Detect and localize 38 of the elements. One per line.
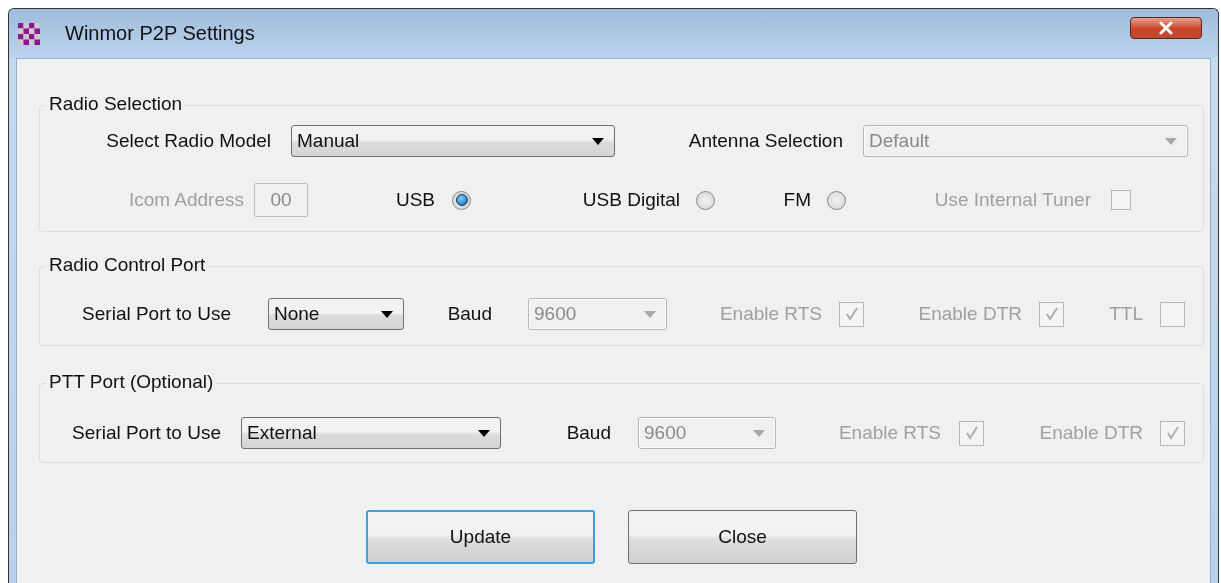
field-label: Serial Port to Use — [82, 303, 231, 325]
dropdown[interactable]: External — [241, 417, 501, 449]
radio-button[interactable] — [696, 190, 715, 210]
checkmark-icon — [844, 307, 859, 321]
field-label: Use Internal Tuner — [934, 189, 1091, 211]
field-label: Antenna Selection — [688, 130, 843, 152]
field-label: Icom Address — [128, 189, 244, 211]
caret-icon — [644, 310, 656, 318]
field-label: Enable RTS — [719, 303, 822, 325]
checkmark-icon — [964, 426, 979, 440]
field-label: USB — [395, 189, 435, 211]
field-label: Serial Port to Use — [72, 422, 221, 444]
caret-icon — [381, 310, 393, 318]
field-label: FM — [783, 189, 811, 211]
field-label: Select Radio Model — [106, 130, 271, 152]
caret-icon — [478, 429, 490, 437]
caret-icon — [592, 137, 604, 145]
field-label: Enable DTR — [1039, 422, 1143, 444]
field-label: Baud — [566, 422, 611, 444]
radio-button[interactable] — [452, 190, 471, 210]
close-button[interactable] — [1130, 16, 1202, 39]
field-label: Enable DTR — [918, 303, 1022, 325]
checkmark-icon — [1165, 426, 1180, 440]
window-title: Winmor P2P Settings — [65, 22, 256, 45]
field-label: USB Digital — [582, 189, 680, 211]
dialog-button[interactable]: Update — [366, 510, 595, 564]
field-label: Enable RTS — [838, 422, 941, 444]
radio-button[interactable] — [827, 190, 846, 210]
checkmark-icon — [1044, 307, 1059, 321]
dialog-button[interactable]: Close — [628, 510, 857, 564]
checkered-app-icon — [18, 22, 40, 45]
field-label: Baud — [447, 303, 492, 325]
dropdown[interactable]: None — [268, 298, 404, 330]
caret-icon — [753, 429, 765, 437]
close-icon — [1158, 20, 1174, 35]
caret-icon — [1165, 137, 1177, 145]
field-label: TTL — [1109, 303, 1143, 325]
dropdown[interactable]: Manual — [291, 125, 615, 157]
